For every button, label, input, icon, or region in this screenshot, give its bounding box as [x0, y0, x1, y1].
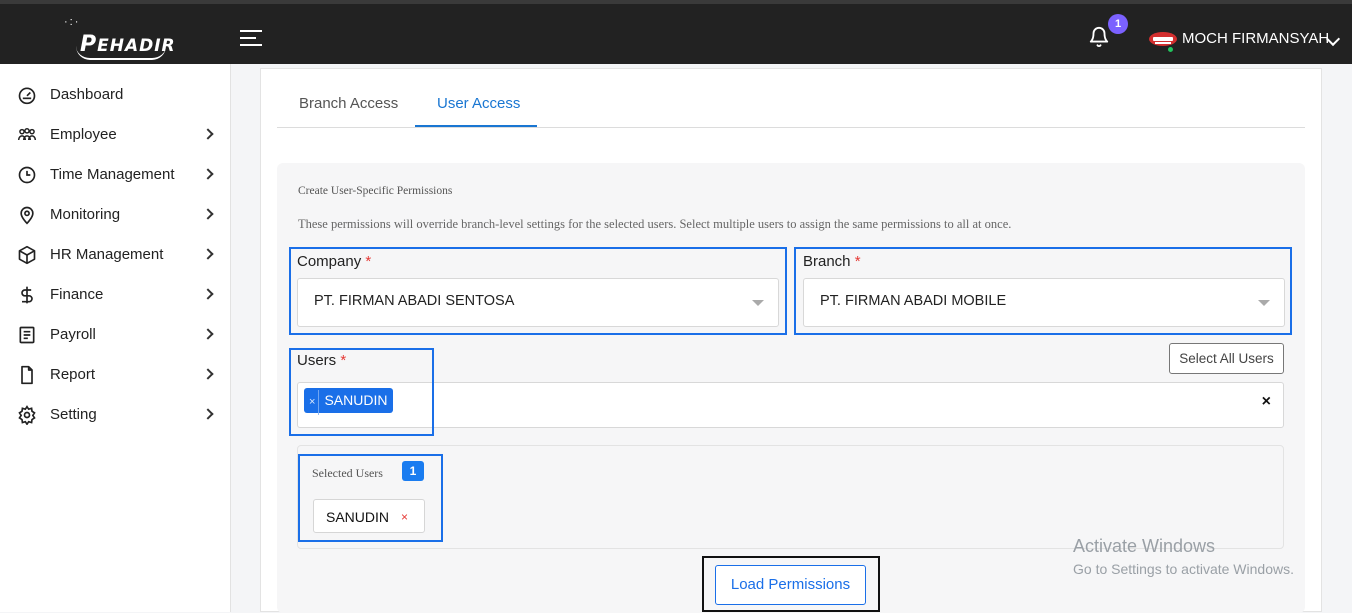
chevron-right-icon [202, 288, 214, 300]
sidebar-item-time-management[interactable]: Time Management [0, 155, 231, 195]
sidebar-item-label: Payroll [50, 326, 96, 343]
sidebar-item-hr-management[interactable]: HR Management [0, 235, 231, 275]
select-all-users-button[interactable]: Select All Users [1169, 343, 1284, 374]
chevron-right-icon [202, 128, 214, 140]
app-logo[interactable]: ·:· PEHADIR [62, 14, 175, 62]
employees-icon [17, 128, 37, 141]
caret-down-icon [752, 300, 764, 306]
sidebar-item-setting[interactable]: Setting [0, 395, 231, 435]
watermark-subtitle: Go to Settings to activate Windows. [1073, 561, 1294, 577]
sidebar-item-label: Time Management [50, 166, 175, 183]
document-icon [21, 365, 33, 385]
notification-count-badge: 1 [1108, 14, 1128, 34]
dollar-icon [21, 286, 33, 304]
sidebar-item-label: HR Management [50, 246, 164, 263]
clear-all-icon[interactable]: × [1262, 393, 1271, 411]
sidebar-item-label: Monitoring [50, 206, 121, 223]
sidebar-item-label: Dashboard [50, 86, 124, 103]
sidebar-item-label: Employee [50, 126, 117, 143]
logo-dots: ·:· [64, 16, 81, 28]
chevron-right-icon [202, 328, 214, 340]
selected-users-highlight [298, 454, 443, 542]
user-name[interactable]: MOCH FIRMANSYAH [1182, 30, 1329, 47]
sidebar-item-label: Report [50, 366, 96, 383]
selected-users-panel: Selected Users 1 SANUDIN × [297, 445, 1284, 549]
map-pin-icon [20, 206, 34, 225]
gear-icon [18, 405, 36, 425]
sidebar-item-payroll[interactable]: Payroll [0, 315, 231, 355]
sidebar-item-finance[interactable]: Finance [0, 275, 231, 315]
active-tab-indicator [415, 125, 537, 127]
sidebar-item-label: Setting [50, 406, 97, 423]
menu-toggle-icon[interactable] [240, 30, 262, 46]
box-icon [18, 245, 36, 265]
access-tabs: Branch Access User Access [277, 69, 1305, 128]
company-label: Company * [297, 253, 372, 270]
sidebar-item-dashboard[interactable]: Dashboard [0, 75, 231, 115]
load-permissions-button[interactable]: Load Permissions [715, 565, 866, 605]
sidebar-item-report[interactable]: Report [0, 355, 231, 395]
logo-swoosh [76, 46, 166, 60]
watermark-title: Activate Windows [1073, 536, 1216, 556]
chevron-right-icon [202, 408, 214, 420]
sidebar-item-monitoring[interactable]: Monitoring [0, 195, 231, 235]
company-select[interactable]: PT. FIRMAN ABADI SENTOSA [297, 278, 779, 327]
company-select-value: PT. FIRMAN ABADI SENTOSA [314, 293, 515, 309]
caret-down-icon [1258, 300, 1270, 306]
sidebar-item-label: Finance [50, 286, 104, 303]
activate-windows-watermark: Activate Windows Go to Settings to activ… [1073, 536, 1294, 577]
users-field-highlight [289, 348, 434, 436]
tab-user-access[interactable]: User Access [437, 95, 520, 112]
card-description: These permissions will override branch-l… [298, 217, 1012, 231]
users-multiselect[interactable]: × SANUDIN × [297, 382, 1284, 428]
tab-branch-access[interactable]: Branch Access [299, 95, 398, 112]
sidebar: Dashboard Employee Time Management Monit… [0, 64, 231, 612]
main-panel: Branch Access User Access Create User-Sp… [260, 68, 1322, 613]
top-bar: ·:· PEHADIR 1 MOCH FIRMANSYAH [0, 0, 1352, 64]
card-title: Create User-Specific Permissions [298, 185, 453, 197]
online-status-dot [1166, 45, 1175, 54]
chevron-right-icon [202, 368, 214, 380]
clock-icon [18, 166, 36, 184]
chevron-right-icon [202, 208, 214, 220]
notification-bell-icon[interactable] [1088, 26, 1110, 48]
branch-select-value: PT. FIRMAN ABADI MOBILE [820, 293, 1007, 309]
dashboard-icon [18, 87, 36, 105]
branch-select[interactable]: PT. FIRMAN ABADI MOBILE [803, 278, 1285, 327]
chevron-right-icon [202, 248, 214, 260]
payroll-icon [19, 326, 35, 344]
sidebar-item-employee[interactable]: Employee [0, 115, 231, 155]
user-avatar[interactable] [1148, 30, 1178, 54]
chevron-right-icon [202, 168, 214, 180]
branch-label: Branch * [803, 253, 861, 270]
